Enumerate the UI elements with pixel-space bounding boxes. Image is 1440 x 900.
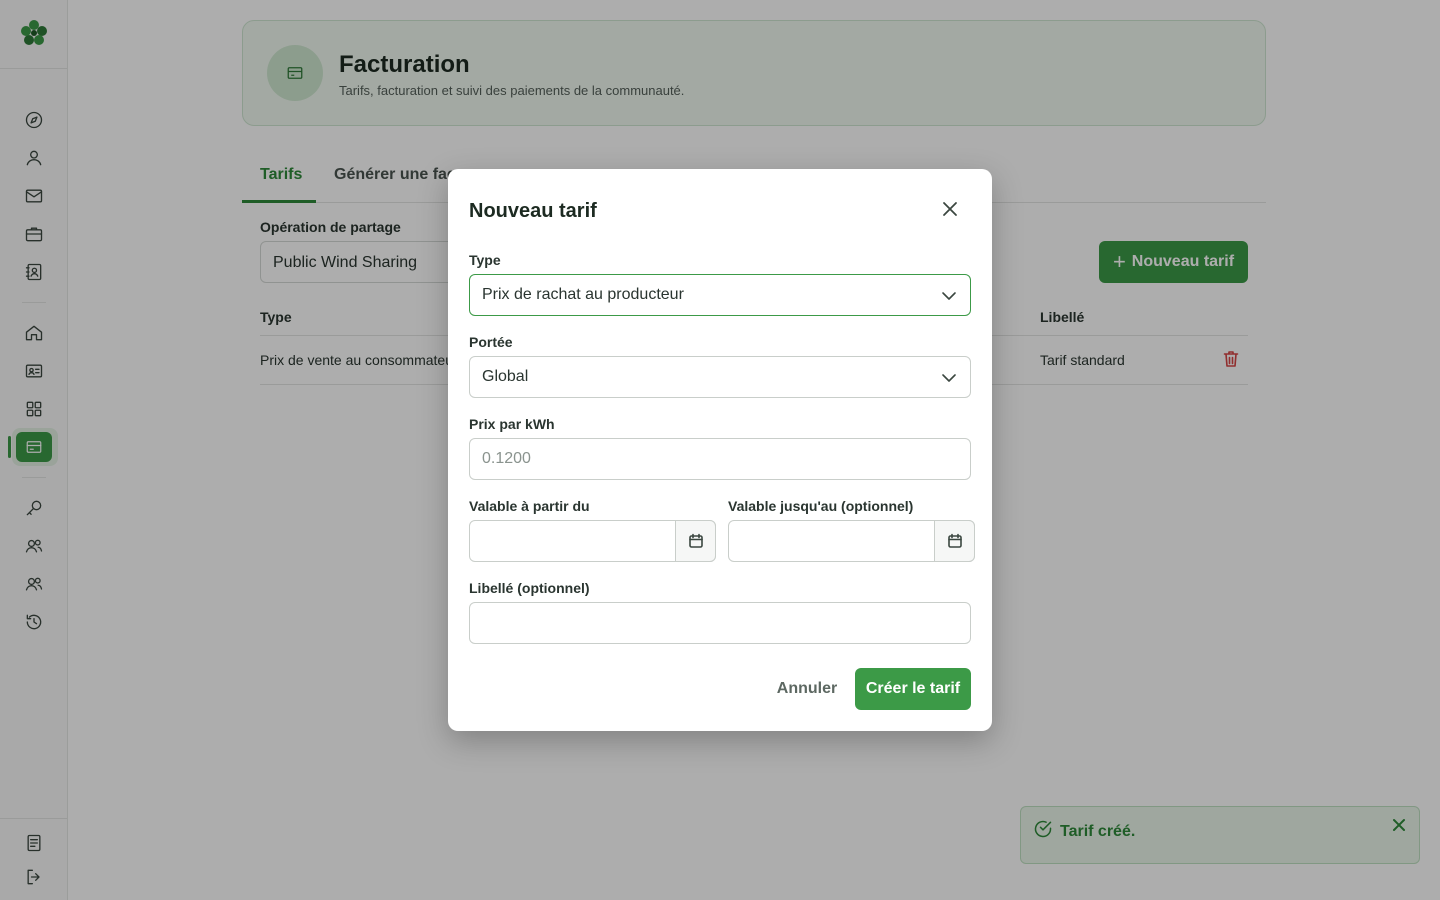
price-input[interactable]: 0.1200 (469, 438, 971, 480)
name-label: Libellé (optionnel) (469, 580, 590, 596)
close-icon[interactable] (941, 200, 961, 220)
scope-select-value: Global (482, 368, 529, 385)
valid-from-input[interactable] (469, 520, 716, 562)
name-input[interactable] (469, 602, 971, 644)
calendar-icon[interactable] (934, 520, 975, 562)
type-select-value: Prix de rachat au producteur (482, 286, 684, 303)
calendar-icon[interactable] (675, 520, 716, 562)
valid-until-label: Valable jusqu'au (optionnel) (728, 498, 914, 514)
chevron-down-icon (940, 287, 958, 305)
valid-from-label: Valable à partir du (469, 498, 590, 514)
create-tariff-button[interactable]: Créer le tarif (855, 668, 971, 710)
chevron-down-icon (940, 369, 958, 387)
cancel-button[interactable]: Annuler (766, 668, 848, 710)
price-label: Prix par kWh (469, 416, 555, 432)
scope-select[interactable]: Global (469, 356, 971, 398)
valid-until-input[interactable] (728, 520, 975, 562)
scope-label: Portée (469, 334, 513, 350)
new-tariff-dialog: Nouveau tarif Type Prix de rachat au pro… (448, 169, 992, 731)
dialog-title: Nouveau tarif (469, 200, 597, 222)
type-select[interactable]: Prix de rachat au producteur (469, 274, 971, 316)
type-label: Type (469, 252, 501, 268)
